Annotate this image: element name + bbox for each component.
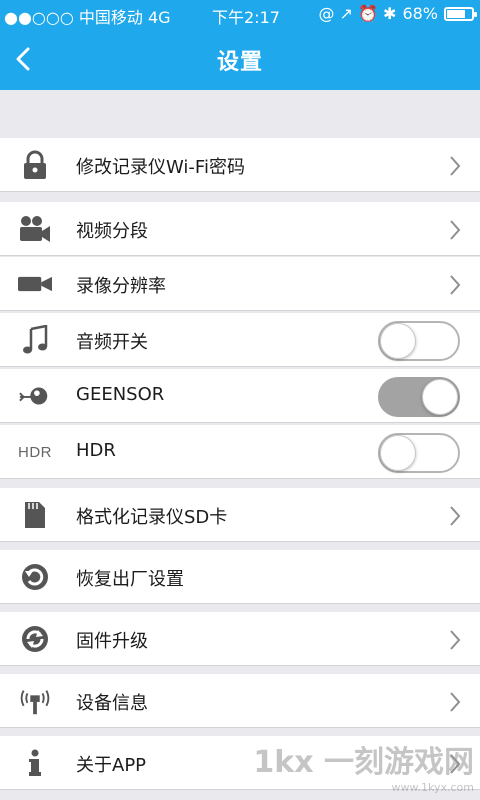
refresh-icon	[18, 624, 52, 654]
settings-item-video-segment[interactable]: 视频分段	[0, 202, 480, 256]
chevron-right-icon	[450, 506, 461, 526]
settings-item-firmware-upgrade[interactable]: 固件升级	[0, 612, 480, 666]
gsensor-toggle[interactable]	[378, 377, 460, 417]
settings-item-label: 恢复出厂设置	[76, 569, 184, 590]
status-indicator-icons: @ ↗ ⏰ ✱	[318, 4, 397, 23]
chevron-right-icon	[450, 220, 461, 240]
settings-item-label: 设备信息	[76, 693, 148, 714]
settings-item-label: 修改记录仪Wi-Fi密码	[76, 157, 245, 178]
chevron-right-icon	[450, 275, 461, 295]
lock-icon	[18, 150, 52, 180]
battery-icon	[444, 6, 477, 21]
chevron-right-icon	[450, 630, 461, 650]
toggle-knob	[380, 435, 416, 471]
settings-item-label: 格式化记录仪SD卡	[76, 507, 228, 528]
settings-item-gsensor[interactable]: GEENSOR	[0, 369, 480, 423]
status-time: 下午2:17	[212, 8, 280, 27]
video-camera-icon	[18, 214, 52, 244]
reset-icon	[18, 562, 52, 592]
audio-toggle[interactable]	[378, 321, 460, 361]
sd-card-icon	[18, 500, 52, 530]
music-note-icon	[18, 325, 52, 355]
settings-item-format-sd[interactable]: 格式化记录仪SD卡	[0, 488, 480, 542]
camcorder-icon	[18, 269, 52, 299]
settings-item-label: HDR	[76, 440, 116, 461]
hdr-icon: HDR	[18, 443, 52, 461]
nav-bar: 设置	[0, 28, 480, 90]
settings-item-label: 视频分段	[76, 221, 148, 242]
settings-item-factory-reset[interactable]: 恢复出厂设置	[0, 550, 480, 604]
settings-item-hdr[interactable]: HDR HDR	[0, 425, 480, 479]
settings-item-label: 录像分辨率	[76, 276, 166, 297]
settings-item-resolution[interactable]: 录像分辨率	[0, 257, 480, 311]
chevron-right-icon	[450, 692, 461, 712]
settings-item-audio-switch[interactable]: 音频开关	[0, 313, 480, 367]
sensor-icon	[18, 381, 52, 411]
chevron-right-icon	[450, 156, 461, 176]
settings-item-label: 关于APP	[76, 755, 147, 776]
hdr-toggle[interactable]	[378, 433, 460, 473]
status-bar: ●●○○○ 中国移动 4G 下午2:17 @ ↗ ⏰ ✱ 68%	[0, 0, 480, 28]
antenna-icon	[18, 686, 52, 716]
settings-item-device-info[interactable]: 设备信息	[0, 674, 480, 728]
carrier-signal: ●●○○○ 中国移动 4G	[4, 8, 171, 27]
battery-percent: 68%	[402, 4, 438, 23]
settings-item-label: 固件升级	[76, 631, 148, 652]
settings-item-label: GEENSOR	[76, 384, 165, 405]
info-icon	[18, 748, 52, 778]
toggle-knob	[422, 379, 458, 415]
settings-item-wifi-password[interactable]: 修改记录仪Wi-Fi密码	[0, 138, 480, 192]
watermark: 1kx 一刻游戏网 www.1kyx.com	[253, 745, 474, 794]
settings-item-label: 音频开关	[76, 332, 148, 353]
toggle-knob	[380, 323, 416, 359]
page-title: 设置	[216, 50, 263, 75]
